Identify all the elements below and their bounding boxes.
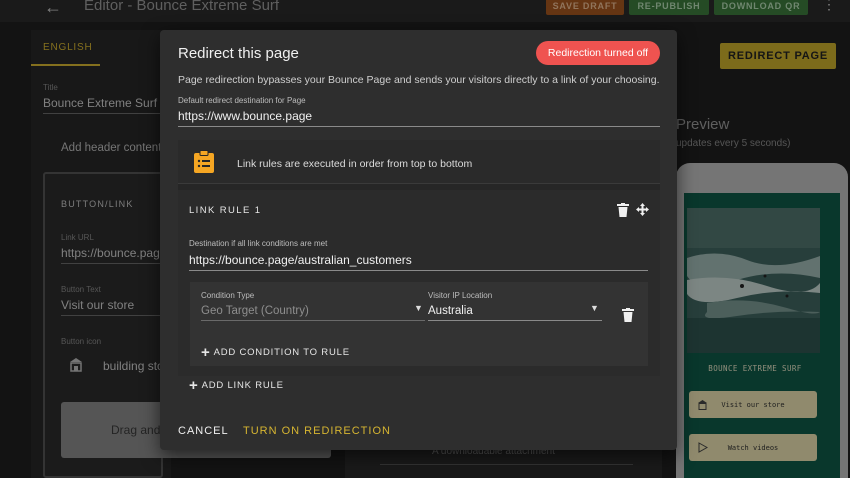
- add-condition-button[interactable]: + ADD CONDITION TO RULE: [201, 343, 350, 361]
- cancel-button[interactable]: CANCEL: [178, 425, 229, 437]
- plus-icon: +: [201, 343, 211, 361]
- dialog-description: Page redirection bypasses your Bounce Pa…: [178, 74, 660, 86]
- clipboard-list-icon: [194, 150, 214, 173]
- add-condition-label: ADD CONDITION TO RULE: [213, 347, 350, 358]
- add-link-rule-label: ADD LINK RULE: [201, 380, 284, 391]
- link-rule-title: LINK RULE 1: [189, 205, 262, 216]
- destination-label: Destination if all link conditions are m…: [189, 239, 328, 248]
- delete-rule-icon[interactable]: [617, 203, 629, 217]
- visitor-ip-select[interactable]: Australia: [428, 305, 473, 317]
- visitor-ip-underline: [428, 320, 602, 321]
- add-link-rule-button[interactable]: + ADD LINK RULE: [189, 376, 284, 394]
- default-redirect-underline: [178, 126, 660, 127]
- condition-type-select[interactable]: Geo Target (Country): [201, 305, 309, 317]
- dialog-title: Redirect this page: [178, 45, 299, 62]
- default-redirect-input[interactable]: https://www.bounce.page: [178, 109, 312, 123]
- drag-move-icon[interactable]: [636, 203, 649, 216]
- condition-type-label: Condition Type: [201, 291, 255, 300]
- redirection-status-badge: Redirection turned off: [536, 41, 660, 65]
- chevron-down-icon[interactable]: ▼: [414, 303, 423, 313]
- destination-underline: [189, 270, 648, 271]
- condition-type-underline: [201, 320, 425, 321]
- destination-input[interactable]: https://bounce.page/australian_customers: [189, 253, 412, 267]
- plus-icon: +: [189, 376, 199, 394]
- default-redirect-label: Default redirect destination for Page: [178, 96, 306, 105]
- visitor-ip-label: Visitor IP Location: [428, 291, 493, 300]
- chevron-down-icon[interactable]: ▼: [590, 303, 599, 313]
- link-rules-info-text: Link rules are executed in order from to…: [237, 158, 473, 170]
- delete-condition-icon[interactable]: [622, 308, 634, 322]
- turn-on-redirection-button[interactable]: TURN ON REDIRECTION: [243, 425, 391, 437]
